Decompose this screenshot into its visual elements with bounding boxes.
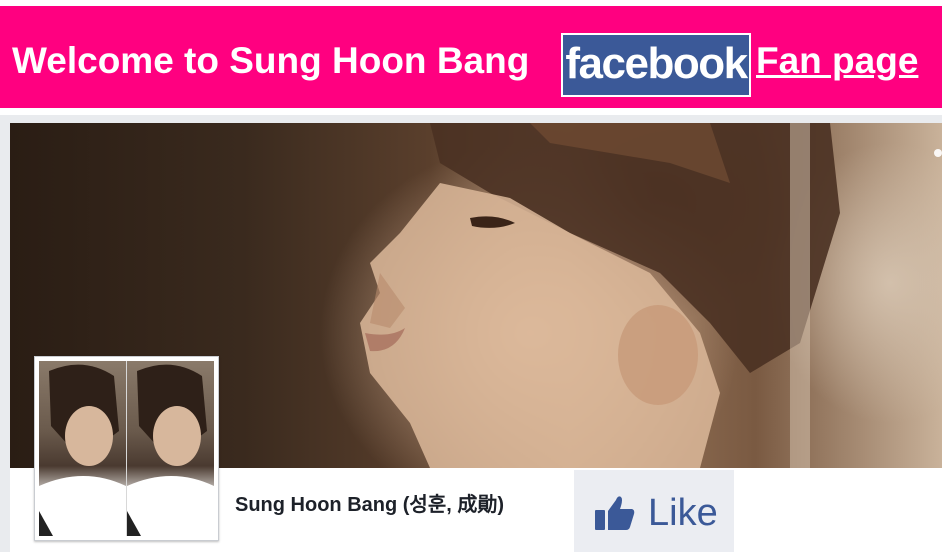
like-button[interactable]: Like: [574, 470, 734, 552]
page-name[interactable]: Sung Hoon Bang (성훈, 成勛): [235, 488, 504, 517]
header-banner: Welcome to Sung Hoon Bang facebook Fan p…: [0, 6, 942, 108]
thumbs-up-icon: [595, 496, 635, 530]
facebook-logo: facebook: [561, 33, 751, 97]
fan-page-link[interactable]: Fan page: [756, 40, 918, 82]
welcome-heading: Welcome to Sung Hoon Bang: [12, 40, 530, 81]
like-label: Like: [648, 492, 718, 534]
profile-picture[interactable]: [34, 356, 219, 541]
